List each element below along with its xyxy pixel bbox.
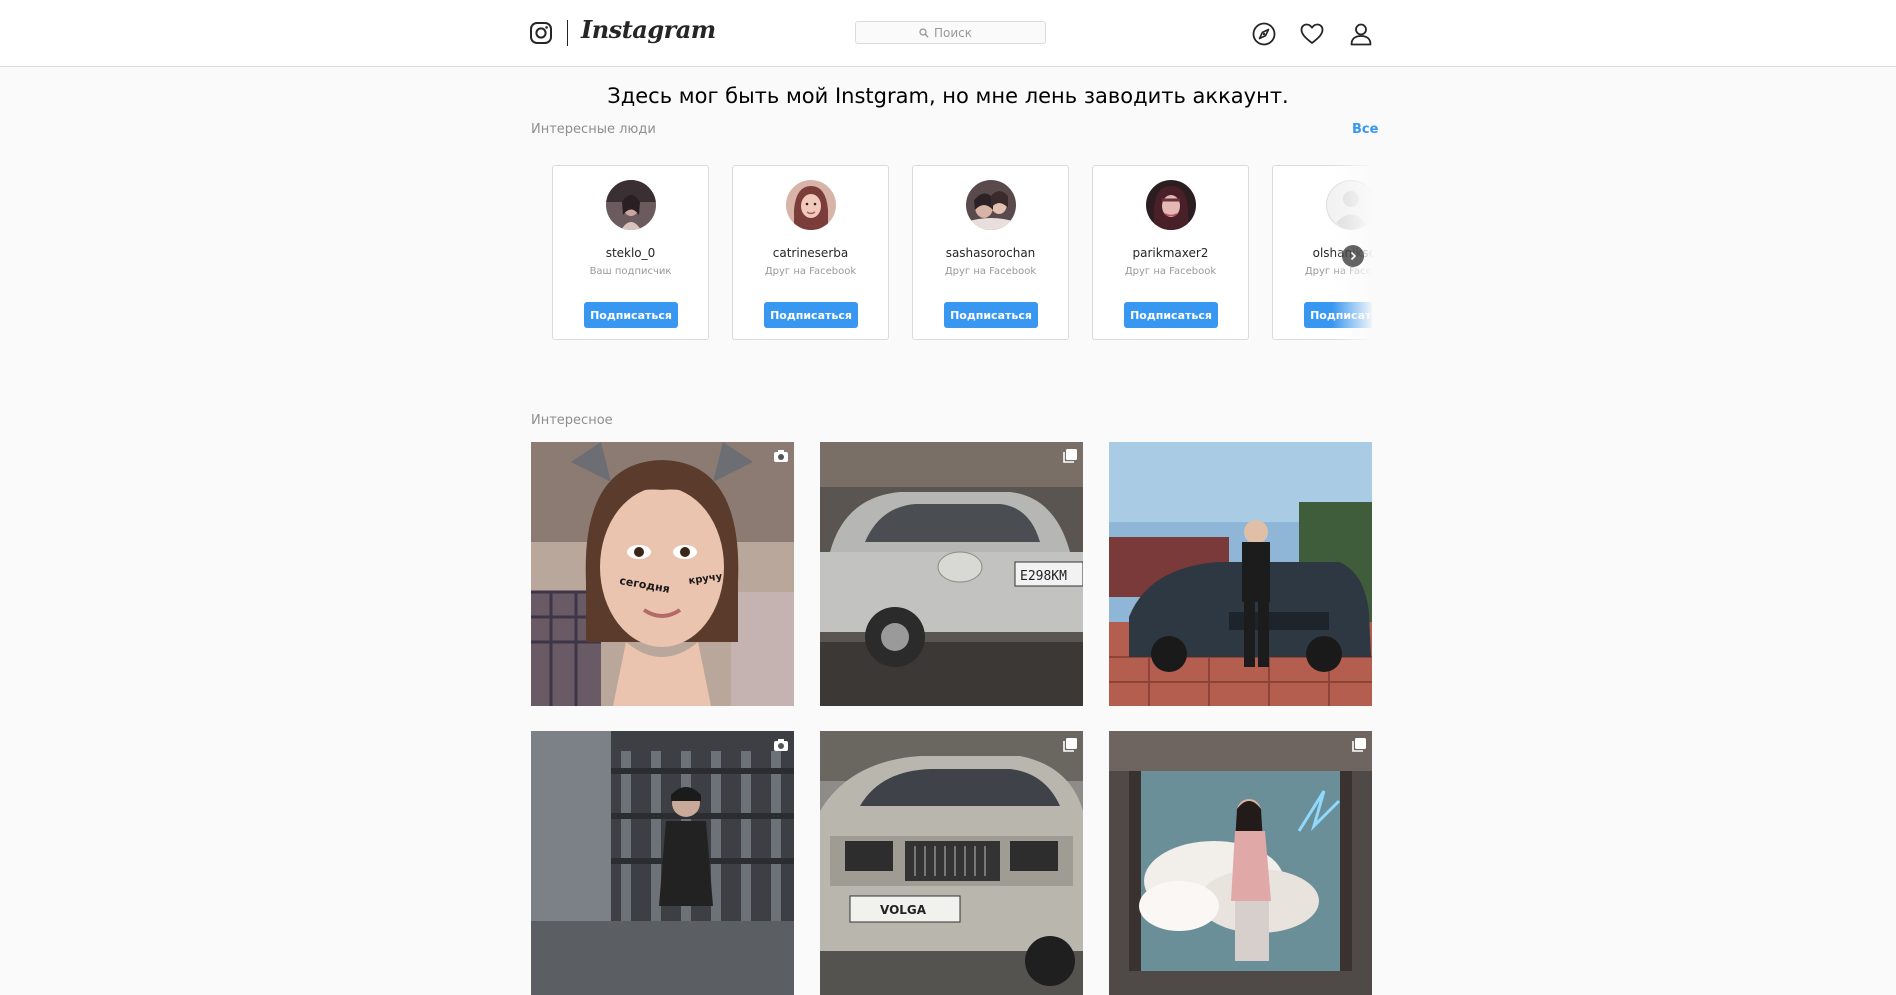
suggestions-carousel: steklo_0 Ваш подписчик Подписаться catri…: [550, 165, 1372, 345]
search-box[interactable]: [855, 21, 1046, 44]
multiple-photos-icon: [1062, 737, 1078, 753]
follow-button[interactable]: Подписаться: [584, 302, 678, 328]
suggestion-subtitle: Друг на Facebook: [764, 266, 857, 277]
carousel-next-arrow-icon[interactable]: [1342, 245, 1364, 267]
search-icon: [919, 27, 929, 38]
activity-heart-icon[interactable]: [1300, 22, 1324, 46]
post-image: [1109, 442, 1372, 706]
license-plate: VOLGA: [880, 903, 927, 917]
suggestions-title: Интересные люди: [531, 122, 656, 137]
post-image: [531, 731, 794, 995]
post-image: сегодня кручу: [531, 442, 794, 706]
suggestion-subtitle: Ваш подписчик: [589, 266, 672, 277]
avatar[interactable]: [606, 180, 656, 230]
explore-compass-icon[interactable]: [1252, 22, 1276, 46]
suggestion-card: parikmaxer2 Друг на Facebook Подписаться: [1092, 165, 1249, 340]
explore-tile[interactable]: Е298КМ: [820, 442, 1083, 706]
profile-person-icon[interactable]: [1349, 22, 1373, 46]
suggestion-card: sashasorochan Друг на Facebook Подписать…: [912, 165, 1069, 340]
explore-tile[interactable]: сегодня кручу: [531, 442, 794, 706]
explore-tile[interactable]: [1109, 731, 1372, 995]
post-image: VOLGA: [820, 731, 1083, 995]
search-input[interactable]: [934, 25, 982, 40]
avatar[interactable]: [1146, 180, 1196, 230]
suggestion-subtitle: Друг на Facebook: [944, 266, 1037, 277]
suggestion-username[interactable]: steklo_0: [553, 246, 708, 260]
follow-button[interactable]: Подписаться: [944, 302, 1038, 328]
instagram-glyph-icon[interactable]: [530, 22, 552, 44]
instagram-wordmark[interactable]: Instagram: [581, 15, 716, 44]
explore-tile[interactable]: VOLGA: [820, 731, 1083, 995]
video-icon: [773, 448, 789, 464]
post-image: [1109, 731, 1372, 995]
suggestion-card: catrineserba Друг на Facebook Подписатьс…: [732, 165, 889, 340]
suggestion-card: steklo_0 Ваш подписчик Подписаться: [552, 165, 709, 340]
suggestion-username[interactable]: catrineserba: [733, 246, 888, 260]
explore-tile[interactable]: [1109, 442, 1372, 706]
avatar[interactable]: [966, 180, 1016, 230]
post-image: Е298КМ: [820, 442, 1083, 706]
top-navigation-bar: Instagram: [0, 0, 1896, 67]
avatar[interactable]: [786, 180, 836, 230]
multiple-photos-icon: [1062, 448, 1078, 464]
suggestion-username[interactable]: sashasorochan: [913, 246, 1068, 260]
see-all-link[interactable]: Все: [1352, 122, 1378, 137]
multiple-photos-icon: [1351, 737, 1367, 753]
banner-message: Здесь мог быть мой Instgram, но мне лень…: [607, 84, 1289, 108]
follow-button[interactable]: Подписаться: [764, 302, 858, 328]
suggestion-subtitle: Друг на Facebook: [1124, 266, 1217, 277]
explore-tile[interactable]: [531, 731, 794, 995]
explore-title: Интересное: [531, 413, 613, 428]
video-icon: [773, 737, 789, 753]
suggestion-username[interactable]: parikmaxer2: [1093, 246, 1248, 260]
license-plate: Е298КМ: [1020, 569, 1067, 584]
follow-button[interactable]: Подписаться: [1124, 302, 1218, 328]
brand-divider: [567, 20, 568, 46]
